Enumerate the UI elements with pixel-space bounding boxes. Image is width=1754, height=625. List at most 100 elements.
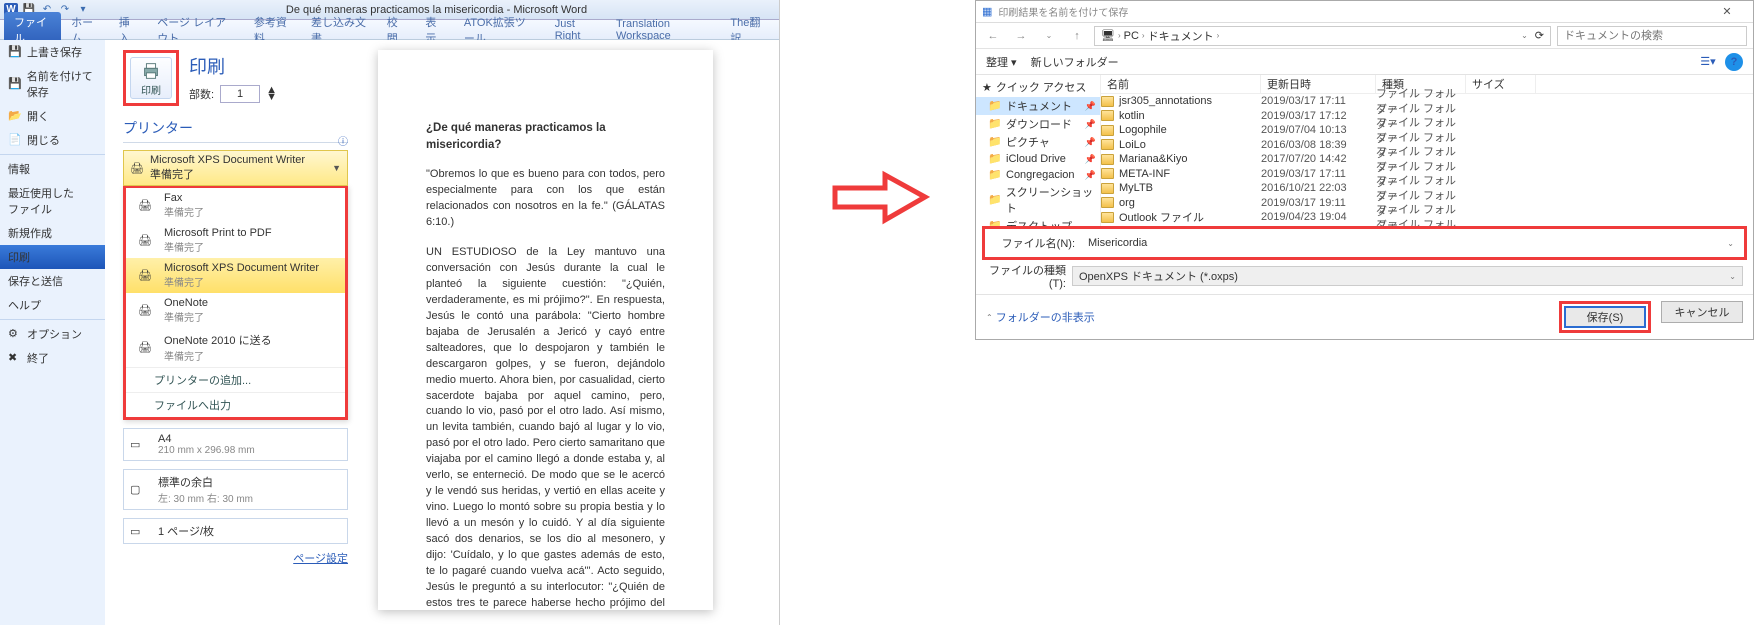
col-size[interactable]: サイズ — [1466, 75, 1536, 93]
print-heading: 印刷 — [189, 53, 277, 79]
tree-item[interactable]: 📁デスクトップ — [976, 217, 1100, 226]
sidebar-exit[interactable]: ✖終了 — [0, 346, 105, 370]
print-button[interactable]: 印刷 — [130, 57, 172, 99]
copies-input[interactable] — [220, 85, 260, 103]
copies-label: 部数: — [189, 86, 214, 102]
save-button[interactable]: 保存(S) — [1564, 306, 1646, 328]
folder-icon: 📁 — [988, 219, 1002, 226]
breadcrumb[interactable]: 🖥› PC› ドキュメント› ⌄ ⟳ — [1094, 26, 1551, 46]
margins-icon: ▢ — [130, 483, 150, 496]
tree-item[interactable]: 📁スクリーンショット — [976, 183, 1100, 217]
tree-item[interactable]: 📁ピクチャ📌 — [976, 133, 1100, 151]
tree-item[interactable]: 📁Congregacion📌 — [976, 167, 1100, 183]
sidebar-save[interactable]: 💾上書き保存 — [0, 40, 105, 64]
organize-button[interactable]: 整理 ▾ — [986, 54, 1017, 70]
folders-toggle[interactable]: フォルダーの非表示 — [996, 309, 1095, 325]
sidebar-share[interactable]: 保存と送信 — [0, 269, 105, 293]
printer-option[interactable]: 🖨OneNote準備完了 — [126, 293, 345, 328]
sidebar-options[interactable]: ⚙オプション — [0, 322, 105, 346]
pin-icon: 📌 — [1085, 154, 1096, 165]
printer-selected-name: Microsoft XPS Document Writer — [150, 154, 305, 166]
printer-option[interactable]: 🖨Microsoft Print to PDF準備完了 — [126, 223, 345, 258]
filename-label: ファイル名(N): — [995, 235, 1075, 251]
folder-icon — [1101, 96, 1114, 107]
new-folder-button[interactable]: 新しいフォルダー — [1031, 54, 1119, 70]
sidebar-close[interactable]: 📄閉じる — [0, 128, 105, 152]
folder-icon: 📁 — [988, 99, 1002, 113]
doc-para1: UN ESTUDIOSO de la Ley mantuvo una conve… — [426, 245, 665, 610]
filename-input[interactable] — [1081, 233, 1721, 253]
printer-option[interactable]: 🖨Fax準備完了 — [126, 188, 345, 223]
printer-select[interactable]: 🖨 Microsoft XPS Document Writer 準備完了 ▼ — [123, 150, 348, 186]
nav-forward-icon[interactable]: → — [1010, 26, 1032, 46]
tree-item[interactable]: 📁ドキュメント📌 — [976, 97, 1100, 115]
filetype-select[interactable]: OpenXPS ドキュメント (*.oxps)⌄ — [1072, 266, 1743, 286]
star-icon: ★ — [982, 81, 992, 94]
sidebar-saveas[interactable]: 💾名前を付けて保存 — [0, 64, 105, 104]
paper-size[interactable]: ▭ A4210 mm x 296.98 mm — [123, 428, 348, 461]
tree-item[interactable]: 📁ダウンロード📌 — [976, 115, 1100, 133]
dialog-icon: ▦ — [982, 5, 992, 18]
printer-selected-status: 準備完了 — [150, 166, 305, 182]
sidebar-open[interactable]: 📂開く — [0, 104, 105, 128]
print-pane: 印刷 印刷 部数: ▲▼ プリンター ⓘ — [105, 40, 779, 625]
dropdown-footer-link[interactable]: ファイルへ出力 — [126, 392, 345, 417]
folder-icon: 📁 — [988, 117, 1002, 131]
sidebar-recent[interactable]: 最近使用した ファイル — [0, 181, 105, 221]
filetype-label: ファイルの種類(T): — [986, 262, 1066, 290]
cancel-button[interactable]: キャンセル — [1661, 301, 1743, 323]
sidebar-new[interactable]: 新規作成 — [0, 221, 105, 245]
arrow-annotation — [830, 170, 930, 225]
search-input[interactable] — [1557, 26, 1747, 46]
folder-icon: 📁 — [988, 152, 1002, 166]
dialog-titlebar: ▦ 印刷結果を名前を付けて保存 ✕ — [976, 1, 1753, 23]
folder-icon — [1101, 154, 1114, 165]
printer-option[interactable]: 🖨Microsoft XPS Document Writer準備完了 — [126, 258, 345, 293]
tree-quickaccess[interactable]: ★クイック アクセス — [976, 77, 1100, 97]
help-icon[interactable]: ? — [1725, 53, 1743, 71]
folder-icon: 📁 — [988, 135, 1002, 149]
dialog-title: 印刷結果を名前を付けて保存 — [998, 4, 1128, 19]
folder-icon — [1101, 168, 1114, 179]
nav-back-icon[interactable]: ← — [982, 26, 1004, 46]
printer-icon: 🖨 — [134, 196, 156, 216]
copies-down-icon[interactable]: ▼ — [266, 94, 277, 101]
pc-icon: 🖥 — [1101, 29, 1115, 42]
tree-item[interactable]: 📁iCloud Drive📌 — [976, 151, 1100, 167]
nav-recent-icon[interactable]: ⌄ — [1038, 26, 1060, 46]
col-date[interactable]: 更新日時 — [1261, 75, 1376, 93]
printer-icon — [140, 60, 162, 82]
filename-highlight: ファイル名(N): ⌄ — [982, 226, 1747, 260]
folder-icon — [1101, 125, 1114, 136]
refresh-icon[interactable]: ⟳ — [1535, 29, 1544, 42]
path-dropdown-icon[interactable]: ⌄ — [1521, 31, 1528, 40]
pin-icon: 📌 — [1085, 119, 1096, 130]
view-options-icon[interactable]: ☰▾ — [1699, 53, 1717, 71]
sidebar-help[interactable]: ヘルプ — [0, 293, 105, 317]
doc-lead: "Obremos lo que es bueno para con todos,… — [426, 167, 665, 231]
margins[interactable]: ▢ 標準の余白左: 30 mm 右: 30 mm — [123, 469, 348, 510]
pages-per-sheet[interactable]: ▭ 1 ページ/枚 — [123, 518, 348, 544]
dropdown-footer-link[interactable]: プリンターの追加... — [126, 367, 345, 392]
printer-icon: 🖨 — [134, 301, 156, 321]
save-as-dialog: ▦ 印刷結果を名前を付けて保存 ✕ ← → ⌄ ↑ 🖥› PC› ドキュメント›… — [975, 0, 1754, 340]
pin-icon: 📌 — [1085, 170, 1096, 181]
folder-icon — [1101, 197, 1114, 208]
folder-icon — [1101, 110, 1114, 121]
close-icon[interactable]: ✕ — [1707, 5, 1747, 18]
page-setup-link[interactable]: ページ設定 — [123, 544, 348, 572]
nav-up-icon[interactable]: ↑ — [1066, 26, 1088, 46]
file-list: 名前 更新日時 種類 サイズ jsr305_annotations2019/03… — [1101, 75, 1753, 226]
printer-option[interactable]: 🖨OneNote 2010 に送る準備完了 — [126, 328, 345, 367]
folder-icon — [1101, 212, 1114, 223]
dialog-toolbar: 整理 ▾ 新しいフォルダー ☰▾ ? — [976, 49, 1753, 75]
col-name[interactable]: 名前 — [1101, 75, 1261, 93]
sidebar-info[interactable]: 情報 — [0, 157, 105, 181]
printer-icon: 🖨 — [134, 231, 156, 251]
doc-heading: ¿De qué maneras practicamos la misericor… — [426, 120, 665, 153]
filename-dropdown-icon[interactable]: ⌄ — [1727, 239, 1734, 248]
ribbon: ファイル ホーム 挿入 ページ レイアウト 参考資料 差し込み文書 校閲 表示 … — [0, 20, 779, 40]
nav-bar: ← → ⌄ ↑ 🖥› PC› ドキュメント› ⌄ ⟳ — [976, 23, 1753, 49]
printer-dropdown: 🖨Fax準備完了🖨Microsoft Print to PDF準備完了🖨Micr… — [123, 185, 348, 420]
sidebar-print[interactable]: 印刷 — [0, 245, 105, 269]
